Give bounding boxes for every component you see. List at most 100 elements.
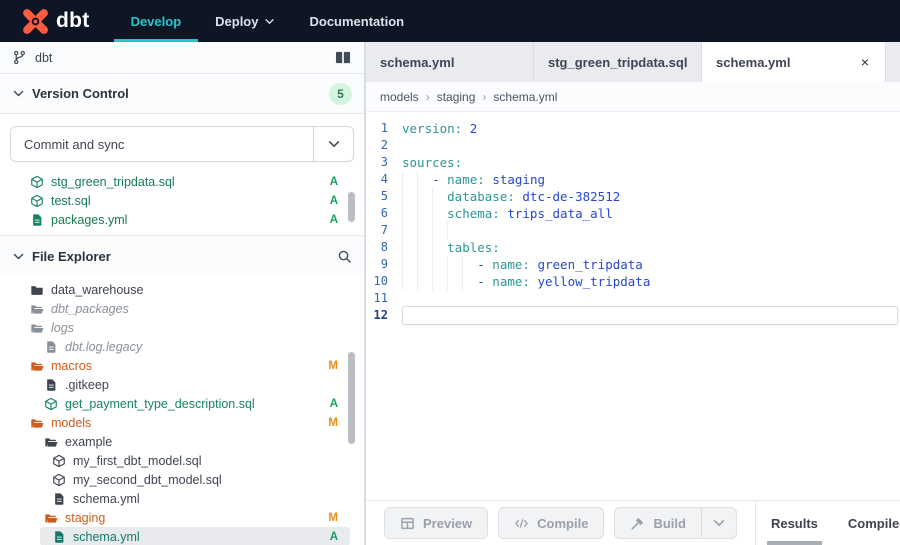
chevron-down-icon [12, 250, 25, 263]
chevron-down-icon [327, 137, 341, 151]
changed-file-row[interactable]: test.sqlA [0, 191, 364, 210]
line-content: database: dtc-de-382512 [402, 188, 900, 205]
branch-selector[interactable]: dbt [0, 42, 364, 74]
line-content [402, 306, 898, 325]
indent-guide [402, 222, 417, 239]
changed-files-list: stg_green_tripdata.sqlAtest.sqlApackages… [0, 170, 364, 236]
tree-item-name: dbt.log.legacy [65, 340, 142, 354]
line-content [402, 137, 900, 154]
folder-open-icon [30, 416, 44, 430]
tree-item[interactable]: my_second_dbt_model.sql [0, 470, 364, 489]
code-line: 4- name: staging [366, 171, 900, 188]
file-icon [30, 213, 44, 227]
indent-guide [417, 171, 432, 188]
code-token: database: [447, 189, 515, 204]
version-control-header[interactable]: Version Control 5 [0, 74, 364, 114]
file-tree: data_warehouse dbt_packageslogs dbt.log.le… [0, 276, 364, 545]
code-line: 8tables: [366, 239, 900, 256]
build-label: Build [653, 516, 686, 531]
model-cube-icon [44, 397, 58, 411]
nav-item-develop[interactable]: Develop [114, 0, 199, 42]
git-branch-icon [12, 50, 27, 65]
code-line: 2 [366, 137, 900, 154]
tree-item-name: staging [65, 511, 105, 525]
tree-item-name: schema.yml [73, 492, 140, 506]
model-cube-icon [52, 454, 66, 468]
top-nav: dbt DevelopDeployDocumentation [0, 0, 900, 42]
close-icon[interactable]: × [859, 53, 871, 71]
commit-and-sync-button[interactable]: Commit and sync [10, 126, 354, 162]
code-line: 10- name: yellow_tripdata [366, 273, 900, 290]
line-content [402, 222, 900, 239]
indent-guide [447, 256, 462, 273]
result-tab-results[interactable]: Results [756, 501, 833, 545]
changes-scrollbar[interactable] [348, 192, 355, 222]
build-button[interactable]: Build [614, 507, 701, 539]
commit-options-caret[interactable] [313, 127, 353, 161]
code-token: trips_data_all [507, 206, 612, 221]
tree-item[interactable]: dbt.log.legacy [0, 337, 364, 356]
indent-guide [462, 256, 477, 273]
result-tab-compiled-code[interactable]: Compiled Code [833, 501, 900, 545]
tree-item[interactable]: macrosM [0, 356, 364, 375]
tree-item-name: dbt_packages [51, 302, 129, 316]
indent-guide [402, 205, 417, 222]
code-editor[interactable]: 1version: 223sources:4- name: staging5da… [366, 112, 900, 500]
file-icon [52, 530, 66, 544]
tree-item[interactable]: schema.yml [0, 489, 364, 508]
build-options-caret[interactable] [701, 507, 737, 539]
indent-guide [447, 222, 462, 239]
tree-scrollbar[interactable] [348, 352, 355, 444]
tree-item[interactable]: dbt_packages [0, 299, 364, 318]
breadcrumb-item: staging [437, 90, 476, 104]
file-search-icon[interactable] [337, 249, 352, 264]
editor-tab[interactable]: schema.yml× [702, 42, 886, 82]
code-line: 12 [366, 307, 900, 324]
compile-button[interactable]: Compile [498, 507, 604, 539]
tree-item[interactable]: .gitkeep [0, 375, 364, 394]
line-number: 4 [366, 171, 402, 188]
nav-item-deploy[interactable]: Deploy [198, 0, 292, 42]
indent-guide [417, 222, 432, 239]
nav-item-documentation[interactable]: Documentation [292, 0, 421, 42]
editor-tab[interactable]: stg_green_tripdata.sql [534, 42, 702, 82]
git-status-badge: A [330, 214, 338, 226]
line-content: - name: yellow_tripdata [402, 273, 900, 290]
changed-file-row[interactable]: packages.ymlA [0, 210, 364, 229]
tree-item[interactable]: schema.ymlA [40, 527, 350, 545]
model-cube-icon [30, 175, 44, 189]
tree-item-name: models [51, 416, 91, 430]
code-token: dtc-de-382512 [522, 189, 620, 204]
hammer-icon [630, 516, 645, 531]
docs-book-icon[interactable] [334, 50, 352, 65]
breadcrumb: models›staging›schema.yml [366, 82, 900, 112]
changes-count-badge: 5 [329, 83, 352, 105]
code-token: schema: [447, 206, 500, 221]
branch-name: dbt [35, 51, 52, 65]
indent-guide [402, 188, 417, 205]
preview-button[interactable]: Preview [384, 507, 488, 539]
changed-file-row[interactable]: stg_green_tripdata.sqlA [0, 172, 364, 191]
code-token [462, 121, 470, 136]
tree-item[interactable]: stagingM [0, 508, 364, 527]
code-token: - [477, 274, 492, 289]
tree-item[interactable]: logs [0, 318, 364, 337]
preview-label: Preview [423, 516, 472, 531]
tree-item[interactable]: models M [0, 413, 364, 432]
tree-item[interactable]: my_first_dbt_model.sql [0, 451, 364, 470]
indent-guide [417, 205, 432, 222]
folder-open-icon [30, 321, 44, 335]
tree-item[interactable]: example [0, 432, 364, 451]
editor-tab[interactable]: schema.yml [366, 42, 534, 82]
tree-item[interactable]: get_payment_type_description.sqlA [0, 394, 364, 413]
tree-item-name: my_second_dbt_model.sql [73, 473, 222, 487]
git-status-badge: A [330, 531, 338, 543]
code-token: tables: [447, 240, 500, 255]
line-number: 3 [366, 154, 402, 171]
git-status-badge: M [328, 417, 338, 429]
invocation-bar: Preview Compile [366, 500, 900, 545]
file-explorer-header[interactable]: File Explorer [0, 236, 364, 276]
nav-item-label: Develop [131, 14, 182, 29]
tree-item[interactable]: data_warehouse [0, 280, 364, 299]
folder-open-icon [44, 435, 58, 449]
